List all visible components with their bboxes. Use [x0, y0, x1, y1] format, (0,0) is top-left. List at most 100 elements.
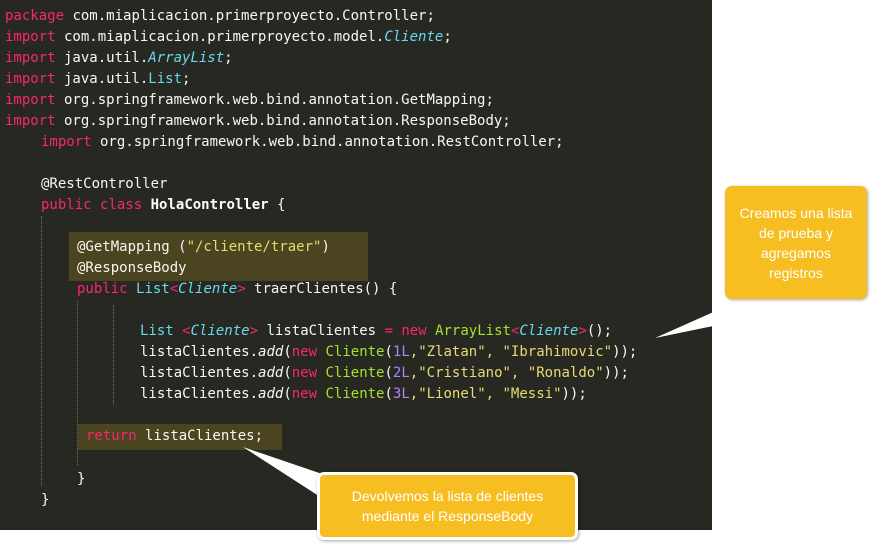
generic-close: >: [237, 281, 246, 297]
code-line-17: return listaClientes;: [86, 426, 263, 447]
close-brace: }: [77, 471, 86, 487]
code-line-2: import com.miaplicacion.primerproyecto.m…: [5, 27, 452, 48]
type-cliente: Cliente: [519, 323, 579, 339]
number-literal: 1L: [392, 344, 410, 360]
code-line-1: package com.miaplicacion.primerproyecto.…: [5, 6, 435, 27]
keyword-return: return: [86, 428, 137, 444]
method-add: add: [258, 365, 284, 381]
type-name: ArrayList: [148, 50, 225, 66]
keyword-import: import: [5, 71, 56, 87]
semicolon: ;: [443, 29, 452, 45]
import-path: java.util.: [55, 50, 149, 66]
code-line-19: }: [41, 490, 49, 511]
keyword-package: package: [5, 8, 65, 24]
code-editor: package com.miaplicacion.primerproyecto.…: [0, 0, 712, 530]
class-arraylist: ArrayList: [435, 323, 511, 339]
keyword-new: new: [291, 386, 318, 402]
string-args: ,"Cristiano", "Ronaldo": [409, 365, 604, 381]
generic-open: <: [510, 323, 520, 339]
close-paren: ): [321, 239, 330, 255]
string-args: ,"Zlatan", "Ibrahimovic": [409, 344, 613, 360]
code-line-3: import java.util. ArrayList;: [5, 48, 233, 69]
generic-close: >: [578, 323, 587, 339]
indent-guide: [77, 300, 78, 465]
statement-end: ();: [586, 323, 613, 339]
assign-operator: =: [384, 323, 393, 339]
code-line-6: import org.springframework.web.bind.anno…: [5, 111, 511, 132]
type-name: List: [148, 71, 183, 87]
annotation-responsebody: @ResponseBody: [77, 260, 187, 276]
keyword-new: new: [291, 365, 318, 381]
open-paren: (: [283, 344, 292, 360]
keyword-new: new: [392, 323, 436, 339]
code-line-11: @ResponseBody: [77, 258, 187, 279]
callout-create-list: Creamos una lista de prueba y agregamos …: [725, 186, 867, 299]
code-line-4: import java.util. List;: [5, 69, 190, 90]
indent-guide: [41, 216, 42, 486]
code-line-5: import org.springframework.web.bind.anno…: [5, 90, 494, 111]
code-line-12: public List < Cliente > traerClientes() {: [77, 279, 397, 300]
code-line-15: listaClientes. add(new Cliente(2L ,"Cristi…: [140, 363, 629, 384]
open-paren: (: [283, 365, 292, 381]
method-add: add: [258, 386, 284, 402]
method-add: add: [258, 344, 284, 360]
type-name: Cliente: [384, 29, 444, 45]
type-cliente: Cliente: [178, 281, 238, 297]
import-path: org.springframework.web.bind.annotation.…: [55, 92, 494, 108]
indent-guide: [113, 305, 114, 405]
semicolon: ;: [182, 71, 191, 87]
callout-return-list-text: Devolvemos la lista de clientes mediante…: [351, 488, 544, 524]
code-line-7: import org.springframework.web.bind.anno…: [41, 132, 564, 153]
statement-end: ));: [612, 344, 638, 360]
package-name: com.miaplicacion.primerproyecto.Controll…: [64, 8, 435, 24]
screenshot: package com.miaplicacion.primerproyecto.…: [0, 0, 874, 544]
annotation-getmapping: @GetMapping (: [77, 239, 187, 255]
return-value: listaClientes;: [136, 428, 264, 444]
code-line-10: @GetMapping ("/cliente/traer"): [77, 237, 330, 258]
import-path: com.miaplicacion.primerproyecto.model.: [55, 29, 385, 45]
statement-end: ));: [561, 386, 587, 402]
string-args: ,"Lionel", "Messi": [409, 386, 562, 402]
variable-name: listaClientes.: [140, 365, 259, 381]
annotation-restcontroller: @RestController: [41, 176, 168, 192]
code-line-9: public class HolaController {: [41, 195, 285, 216]
code-line-14: listaClientes. add(new Cliente(1L ,"Zlatan…: [140, 342, 637, 363]
generic-close: >: [249, 323, 259, 339]
variable-name: listaClientes.: [140, 386, 259, 402]
generic-open: <: [169, 281, 179, 297]
open-brace: {: [268, 197, 286, 213]
open-paren: (: [384, 344, 393, 360]
keyword-public: public: [41, 197, 92, 213]
variable-name: listaClientes.: [140, 344, 259, 360]
type-list: List: [140, 323, 183, 339]
code-line-8: @RestController: [41, 174, 167, 195]
mapping-path-string: "/cliente/traer": [186, 239, 322, 255]
import-path: org.springframework.web.bind.annotation.…: [55, 113, 511, 129]
generic-open: <: [182, 323, 191, 339]
callout-create-list-text: Creamos una lista de prueba y agregamos …: [739, 204, 853, 281]
code-line-13: List < Cliente > listaClientes = new Array…: [140, 321, 612, 342]
statement-end: ));: [603, 365, 629, 381]
close-brace: }: [41, 492, 50, 508]
class-cliente: Cliente: [317, 386, 385, 402]
keyword-import: import: [5, 113, 56, 129]
callout-return-list: Devolvemos la lista de clientes mediante…: [317, 472, 578, 540]
code-line-18: }: [77, 469, 85, 490]
variable-name: listaClientes: [258, 323, 385, 339]
class-cliente: Cliente: [317, 365, 385, 381]
class-name: HolaController: [150, 197, 269, 213]
method-signature: traerClientes() {: [245, 281, 398, 297]
keyword-class: class: [100, 197, 143, 213]
keyword-import: import: [5, 29, 56, 45]
keyword-import: import: [5, 92, 56, 108]
code-line-16: listaClientes. add(new Cliente(3L ,"Lionel…: [140, 384, 587, 405]
type-cliente: Cliente: [190, 323, 250, 339]
number-literal: 2L: [392, 365, 410, 381]
semicolon: ;: [224, 50, 233, 66]
type-list: List: [136, 281, 170, 297]
keyword-public: public: [77, 281, 128, 297]
open-paren: (: [283, 386, 292, 402]
keyword-import: import: [5, 50, 56, 66]
keyword-import: import: [41, 134, 92, 150]
import-path: org.springframework.web.bind.annotation.…: [91, 134, 564, 150]
